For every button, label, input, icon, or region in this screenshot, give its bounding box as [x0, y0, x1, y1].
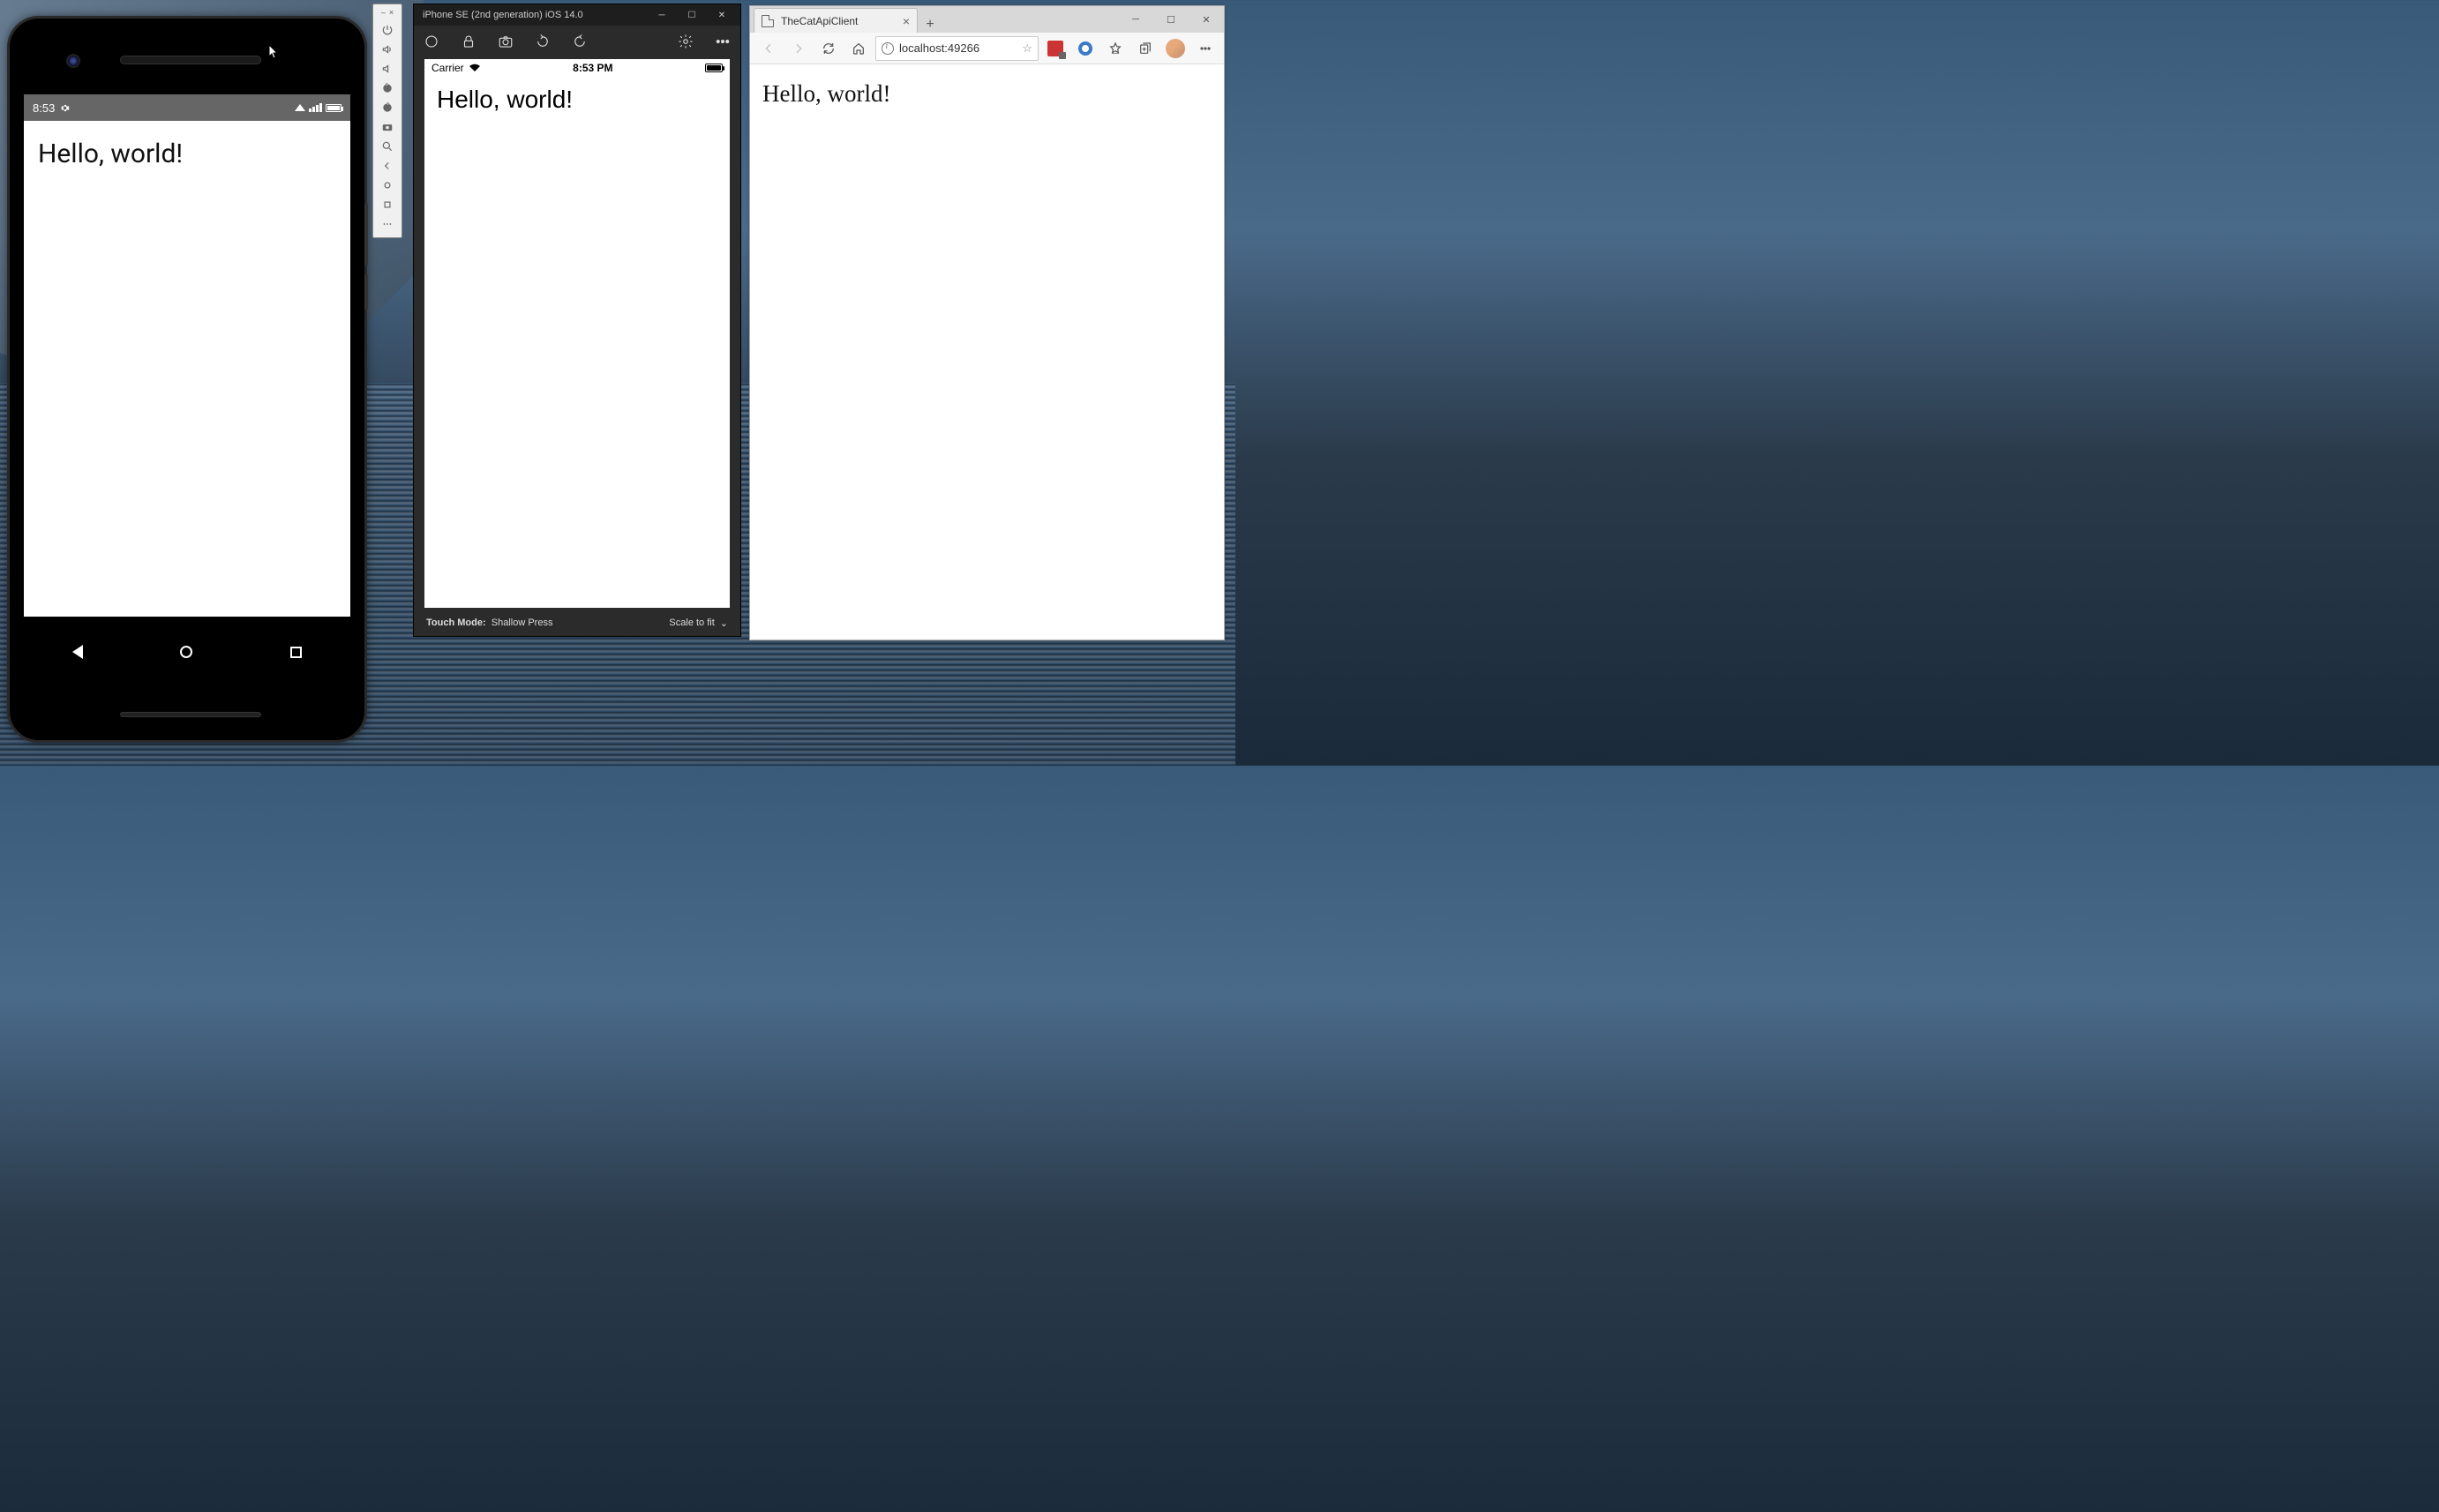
ios-titlebar[interactable]: iPhone SE (2nd generation) iOS 14.0 ─ ☐ …: [414, 4, 740, 26]
browser-tab-strip: TheCatApiClient × + ─ ☐ ✕: [750, 6, 1224, 33]
browser-maximize-button[interactable]: ☐: [1153, 6, 1189, 33]
android-nav-bar: [24, 632, 350, 671]
wifi-icon: [469, 64, 481, 72]
scale-label: Scale to fit: [669, 618, 714, 628]
ios-hello-text: Hello, world!: [424, 77, 730, 123]
ios-carrier-label: Carrier: [432, 62, 464, 74]
android-back-button[interactable]: [72, 645, 83, 659]
ios-device-screen[interactable]: Carrier 8:53 PM Hello, world!: [424, 59, 730, 608]
emulator-volume-down-button[interactable]: [375, 59, 400, 79]
browser-minimize-button[interactable]: ─: [1118, 6, 1153, 33]
rotate-right-icon[interactable]: [571, 33, 589, 50]
extension-red-icon[interactable]: [1042, 35, 1069, 62]
address-text: localhost:49266: [899, 41, 979, 55]
favorites-button[interactable]: [1102, 35, 1129, 62]
wifi-icon: [295, 104, 305, 111]
ios-simulator-toolbar: [414, 26, 740, 57]
browser-tab[interactable]: TheCatApiClient ×: [754, 8, 918, 33]
android-clock: 8:53: [33, 101, 55, 115]
browser-toolbar: localhost:49266 ☆: [750, 33, 1224, 64]
maximize-button[interactable]: ☐: [677, 4, 707, 26]
tab-close-icon[interactable]: ×: [903, 14, 910, 28]
android-camera-notch: [66, 54, 80, 68]
browser-viewport[interactable]: Hello, world!: [750, 64, 1224, 124]
lock-icon[interactable]: [460, 33, 477, 50]
android-overview-button[interactable]: [290, 647, 302, 658]
touch-mode-label: Touch Mode:: [426, 618, 486, 628]
android-emulator: 8:53 Hello, world!: [7, 16, 367, 743]
collections-button[interactable]: [1132, 35, 1159, 62]
menu-button[interactable]: [1192, 35, 1219, 62]
android-volume-rocker: [364, 204, 368, 266]
extension-blue-icon[interactable]: [1072, 35, 1099, 62]
ios-simulator-window: iPhone SE (2nd generation) iOS 14.0 ─ ☐ …: [413, 4, 741, 637]
gear-icon: [60, 103, 70, 113]
android-app-content[interactable]: Hello, world!: [24, 121, 350, 617]
browser-close-button[interactable]: ✕: [1189, 6, 1224, 33]
tab-title: TheCatApiClient: [781, 15, 858, 27]
android-home-indicator: [120, 712, 261, 717]
page-icon: [762, 15, 774, 27]
android-emulator-toolbar: – ×: [372, 4, 402, 238]
more-icon[interactable]: [714, 33, 732, 50]
android-power-button: [364, 274, 368, 310]
emulator-home-button[interactable]: [375, 176, 400, 195]
scale-dropdown[interactable]: Scale to fit ⌄: [669, 618, 728, 629]
home-indicator-icon[interactable]: [423, 33, 440, 50]
chevron-down-icon: ⌄: [720, 618, 728, 629]
favorite-icon[interactable]: ☆: [1022, 41, 1032, 56]
battery-icon: [705, 64, 723, 72]
close-button[interactable]: ✕: [707, 4, 737, 26]
reload-button[interactable]: [815, 35, 842, 62]
home-button[interactable]: [845, 35, 872, 62]
toolbar-close-icon[interactable]: ×: [389, 8, 394, 17]
screenshot-icon[interactable]: [497, 33, 514, 50]
emulator-power-button[interactable]: [375, 20, 400, 40]
emulator-volume-up-button[interactable]: [375, 40, 400, 59]
profile-avatar[interactable]: [1162, 35, 1189, 62]
browser-hello-text: Hello, world!: [762, 80, 1212, 108]
emulator-overview-button[interactable]: [375, 195, 400, 214]
android-hello-text: Hello, world!: [24, 121, 350, 187]
emulator-zoom-button[interactable]: [375, 137, 400, 156]
ios-status-bar: Carrier 8:53 PM: [424, 59, 730, 77]
address-bar[interactable]: localhost:49266 ☆: [875, 36, 1039, 61]
rotate-left-icon[interactable]: [534, 33, 552, 50]
emulator-rotate-left-button[interactable]: [375, 79, 400, 98]
emulator-rotate-right-button[interactable]: [375, 98, 400, 117]
signal-icon: [309, 103, 322, 112]
emulator-more-button[interactable]: [375, 214, 400, 234]
emulator-screenshot-button[interactable]: [375, 117, 400, 137]
ios-simulator-footer: Touch Mode: Shallow Press Scale to fit ⌄: [414, 610, 740, 636]
minimize-button[interactable]: ─: [647, 4, 677, 26]
nav-forward-button[interactable]: [785, 35, 812, 62]
touch-mode-value: Shallow Press: [492, 618, 553, 628]
battery-icon: [326, 104, 341, 112]
ios-window-title: iPhone SE (2nd generation) iOS 14.0: [423, 10, 583, 20]
settings-icon[interactable]: [677, 33, 694, 50]
emulator-back-button[interactable]: [375, 156, 400, 176]
android-status-bar: 8:53: [24, 94, 350, 121]
site-info-icon[interactable]: [882, 42, 894, 55]
android-home-button[interactable]: [180, 646, 192, 658]
nav-back-button[interactable]: [755, 35, 782, 62]
ios-clock: 8:53 PM: [573, 62, 612, 74]
new-tab-button[interactable]: +: [918, 17, 942, 33]
toolbar-minimize-icon[interactable]: –: [381, 8, 386, 17]
android-speaker-grille: [120, 56, 261, 64]
browser-window: TheCatApiClient × + ─ ☐ ✕ localhost:4926…: [749, 5, 1225, 640]
